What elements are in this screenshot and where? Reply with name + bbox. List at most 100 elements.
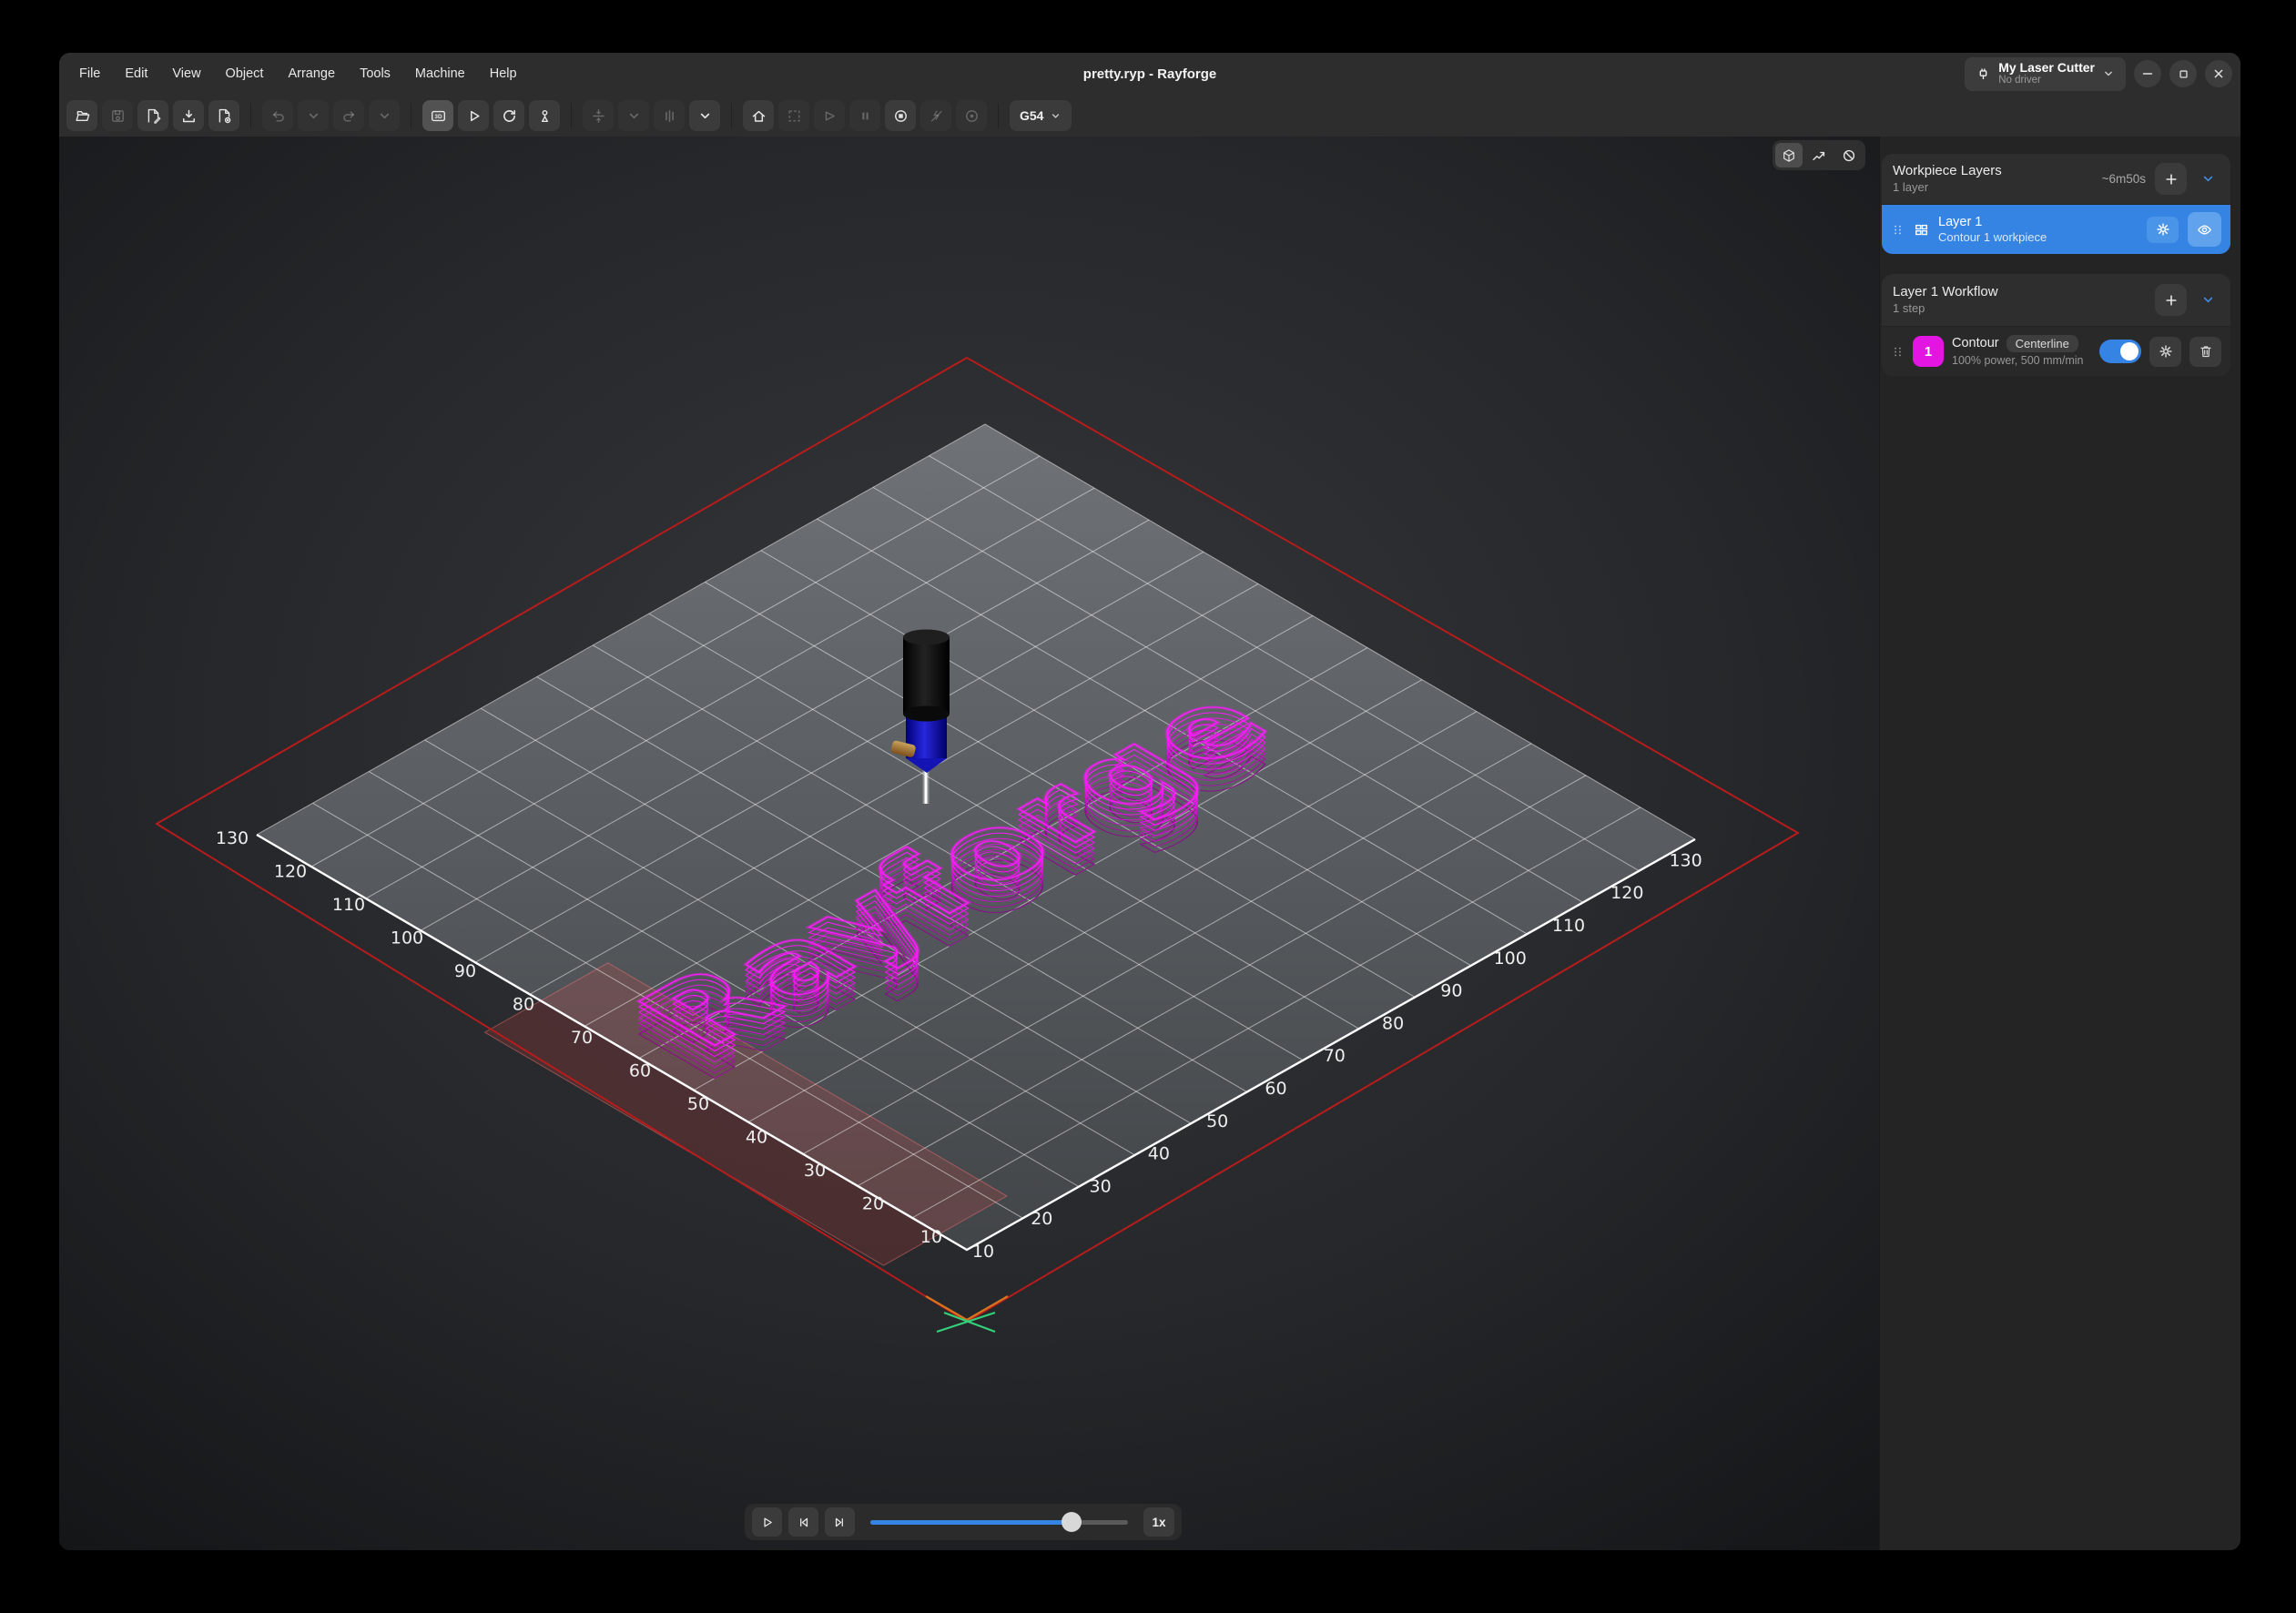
collapse-workflow-button[interactable] — [2196, 289, 2220, 312]
distribute-button — [654, 100, 685, 131]
axis-tick-label: 130 — [1669, 850, 1702, 870]
axis-tick-label: 30 — [1090, 1176, 1112, 1196]
layer-visibility-button[interactable] — [2188, 212, 2221, 247]
axis-tick-label: 50 — [687, 1094, 709, 1114]
laser-dot-icon — [964, 108, 980, 124]
toggle-knob — [2120, 342, 2139, 360]
pause-button — [849, 100, 880, 131]
menu-edit[interactable]: Edit — [125, 66, 147, 81]
step-number-badge: 1 — [1913, 336, 1944, 367]
folder-open-button[interactable] — [66, 100, 97, 131]
distribute-icon — [662, 108, 677, 124]
minimize-button[interactable] — [2134, 60, 2161, 87]
axis-tick-label: 30 — [804, 1161, 826, 1181]
playback-speed-button[interactable]: 1x — [1143, 1507, 1174, 1537]
app-window: File Edit View Object Arrange Tools Machine Hel… — [59, 53, 2240, 1550]
wcs-select[interactable]: G54 — [1010, 100, 1072, 131]
laser-dot-button — [956, 100, 987, 131]
play-button[interactable] — [752, 1507, 782, 1537]
refresh-button[interactable] — [493, 100, 524, 131]
axis-tick-label: 80 — [513, 995, 534, 1015]
axis-tick-label: 80 — [1382, 1013, 1404, 1033]
view-overlay-buttons — [1773, 140, 1865, 170]
drag-handle-icon[interactable] — [1891, 223, 1905, 237]
play-button[interactable] — [458, 100, 489, 131]
usb-plug-icon — [1976, 66, 1991, 82]
menu-tools[interactable]: Tools — [360, 66, 391, 81]
stop-button[interactable] — [885, 100, 916, 131]
clear-view-button[interactable] — [1835, 143, 1863, 167]
align-center-icon — [591, 108, 606, 124]
layer-settings-button[interactable] — [2147, 217, 2179, 243]
play-icon — [466, 108, 482, 124]
menu-machine[interactable]: Machine — [415, 66, 465, 81]
show-travel-moves-button[interactable] — [1805, 143, 1833, 167]
menu-file[interactable]: File — [79, 66, 100, 81]
simulation-progress-slider[interactable] — [870, 1507, 1128, 1537]
view-3d-button[interactable] — [422, 100, 453, 131]
axis-tick-label: 40 — [1148, 1144, 1170, 1164]
machine-name: My Laser Cutter — [1998, 61, 2095, 75]
import-button[interactable] — [173, 100, 204, 131]
add-layer-button[interactable] — [2155, 163, 2187, 195]
workpiece-layers-panel: Workpiece Layers 1 layer ~6m50s Layer 1 … — [1882, 154, 2230, 254]
laser-off-icon — [929, 108, 944, 124]
redo-button — [333, 100, 364, 131]
redo-icon — [341, 108, 357, 124]
export-button[interactable] — [208, 100, 239, 131]
axis-tick-label: 100 — [391, 928, 423, 949]
simulation-playbar: 1x — [745, 1504, 1182, 1540]
perspective-view-button[interactable] — [1775, 143, 1803, 167]
menu-object[interactable]: Object — [226, 66, 264, 81]
maximize-button[interactable] — [2169, 60, 2197, 87]
slider-handle[interactable] — [1062, 1512, 1082, 1532]
step-delete-button[interactable] — [2189, 337, 2221, 367]
toolbar-separator — [571, 103, 572, 128]
step-enabled-toggle[interactable] — [2099, 340, 2141, 363]
workspace-3d-view[interactable]: 1020304050607080901001101201301020304050… — [59, 137, 1879, 1550]
axis-tick-label: 20 — [862, 1194, 884, 1214]
layer-row-selected[interactable]: Layer 1 Contour 1 workpiece — [1882, 205, 2230, 254]
skip-to-end-button[interactable] — [825, 1507, 855, 1537]
send-icon — [822, 108, 838, 124]
step-name: Contour — [1952, 336, 1999, 351]
axis-tick-label: 120 — [1610, 883, 1643, 903]
add-step-button[interactable] — [2155, 284, 2187, 316]
chevron-down-icon — [626, 108, 642, 124]
save-as-icon — [146, 108, 161, 124]
tool-head-button[interactable] — [529, 100, 560, 131]
axis-tick-label: 70 — [571, 1028, 593, 1048]
machine-status: No driver — [1998, 75, 2095, 86]
panel-title: Workpiece Layers — [1893, 163, 2002, 180]
axis-tick-label: 90 — [454, 961, 476, 981]
machine-selector[interactable]: My Laser Cutter No driver — [1965, 57, 2126, 91]
home-button[interactable] — [743, 100, 774, 131]
chevron-down-button[interactable] — [689, 100, 720, 131]
save-as-button[interactable] — [137, 100, 168, 131]
stop-icon — [893, 108, 909, 124]
skip-to-start-button[interactable] — [788, 1507, 818, 1537]
drag-handle-icon[interactable] — [1891, 345, 1905, 359]
workflow-step-row[interactable]: 1 Contour Centerline 100% power, 500 mm/… — [1882, 327, 2230, 376]
pause-icon — [858, 108, 873, 124]
time-estimate: ~6m50s — [2102, 172, 2146, 186]
axis-tick-label: 20 — [1031, 1209, 1052, 1229]
slider-fill — [870, 1520, 1072, 1525]
collapse-layers-button[interactable] — [2196, 167, 2220, 191]
workflow-header: Layer 1 Workflow 1 step — [1882, 274, 2230, 327]
close-button[interactable] — [2205, 60, 2232, 87]
step-mode-badge: Centerline — [2006, 335, 2078, 353]
undo-button — [262, 100, 293, 131]
menu-arrange[interactable]: Arrange — [288, 66, 335, 81]
send-button — [814, 100, 845, 131]
toolbar-separator — [731, 103, 732, 128]
chevron-down-icon — [377, 108, 392, 124]
layer-description: Contour 1 workpiece — [1938, 230, 2138, 245]
chevron-down-icon — [697, 108, 713, 124]
step-params: 100% power, 500 mm/min — [1952, 354, 2091, 368]
step-settings-button[interactable] — [2149, 337, 2181, 367]
chevron-down-icon — [1050, 110, 1062, 122]
axis-tick-label: 130 — [216, 828, 249, 848]
menu-view[interactable]: View — [172, 66, 200, 81]
menu-help[interactable]: Help — [490, 66, 517, 81]
